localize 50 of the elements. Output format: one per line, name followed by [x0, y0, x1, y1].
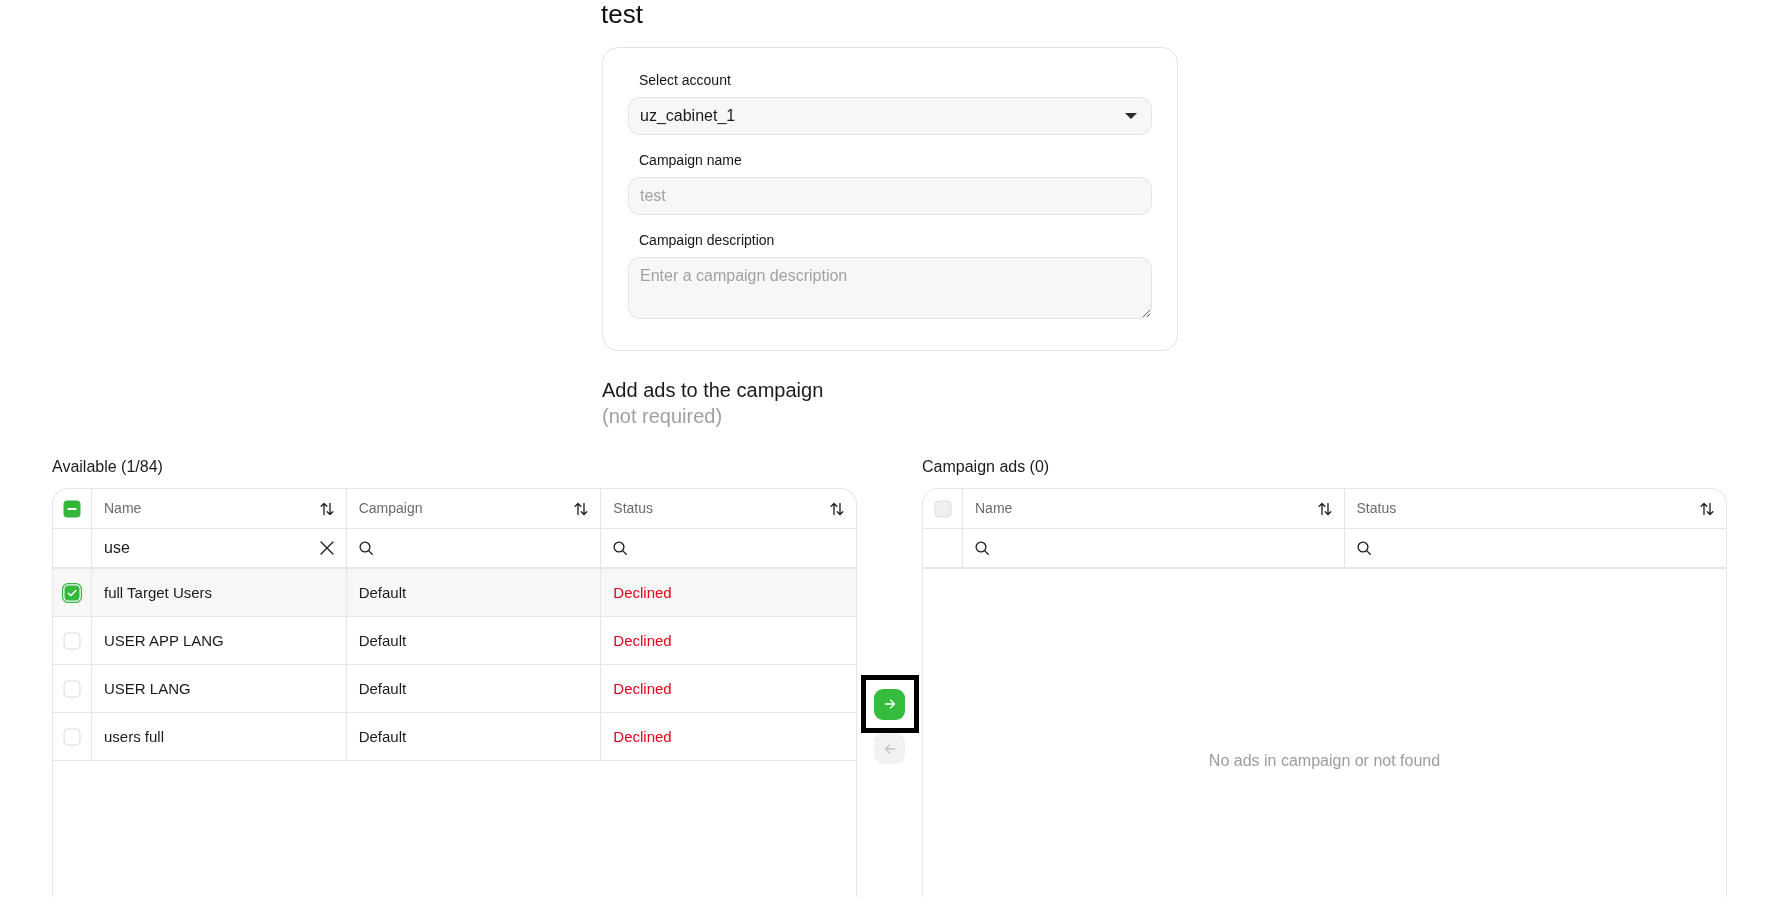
- search-icon: [613, 541, 628, 555]
- row-checkbox[interactable]: [62, 582, 82, 603]
- status-label: Declined: [613, 631, 672, 650]
- description-field[interactable]: Enter a campaign description: [628, 257, 1152, 319]
- column-header[interactable]: Status: [1344, 489, 1726, 528]
- sort-icon: [830, 501, 844, 516]
- arrow-right-icon: [883, 698, 896, 710]
- campaign-label: Default: [358, 727, 407, 746]
- panel-title: Campaign ads (0): [922, 457, 1050, 477]
- field-label: Campaign description: [639, 232, 775, 249]
- campaign-label: Default: [358, 679, 407, 698]
- clear-icon[interactable]: [319, 541, 334, 555]
- table-row[interactable]: full Target Users Default Declined: [53, 569, 856, 617]
- field-label: Select account: [639, 72, 731, 89]
- campaign-label: Default: [358, 631, 407, 650]
- ad-name: users full: [104, 727, 165, 746]
- search-icon: [975, 541, 989, 555]
- ad-name: USER LANG: [104, 679, 191, 698]
- text-field[interactable]: test: [628, 177, 1152, 215]
- status-label: Declined: [613, 679, 672, 698]
- campaign-label: Default: [358, 583, 407, 602]
- column-header[interactable]: Campaign: [346, 489, 602, 528]
- status-label: Declined: [613, 583, 672, 602]
- status-label: Declined: [613, 727, 672, 746]
- column-header[interactable]: Name: [963, 489, 1345, 528]
- select-all-checkbox[interactable]: [63, 499, 81, 518]
- empty-message: No ads in campaign or not found: [1208, 751, 1441, 771]
- column-header[interactable]: Status: [601, 489, 856, 528]
- search-icon: [1356, 541, 1371, 555]
- table-row[interactable]: users full Default Declined: [53, 713, 856, 761]
- table-row[interactable]: USER LANG Default Declined: [53, 665, 856, 713]
- arrow-left-icon: [883, 742, 896, 755]
- column-header[interactable]: Name: [92, 489, 347, 528]
- ad-name: full Target Users: [104, 583, 213, 602]
- add-to-campaign-button[interactable]: [874, 688, 905, 720]
- section-title: Add ads to the campaign: [602, 378, 824, 403]
- table-row[interactable]: USER APP LANG Default Declined: [53, 617, 856, 665]
- filter-field[interactable]: use: [104, 536, 312, 560]
- search-icon: [358, 541, 373, 555]
- field-label: Campaign name: [639, 152, 742, 169]
- sort-icon: [574, 501, 589, 516]
- sort-icon: [319, 501, 334, 516]
- section-note: (not required): [602, 404, 723, 429]
- sort-icon: [1317, 501, 1332, 516]
- account-dropdown[interactable]: uz_cabinet_1: [628, 97, 1152, 135]
- page-title: test: [601, 0, 643, 28]
- sort-icon: [1700, 501, 1714, 516]
- ad-name: USER APP LANG: [104, 631, 224, 650]
- caret-icon: [1125, 113, 1137, 119]
- panel-title: Available (1/84): [52, 457, 163, 477]
